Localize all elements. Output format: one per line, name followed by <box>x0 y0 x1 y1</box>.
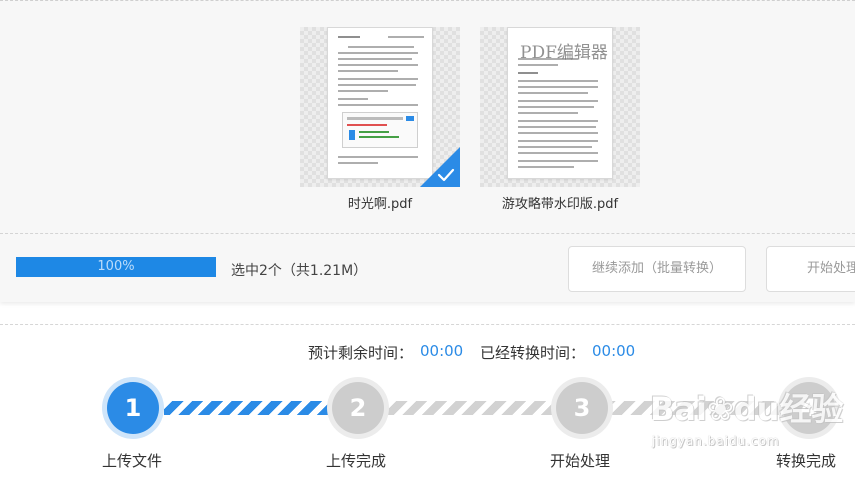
baidu-jingyan-watermark: Bai❀du经验 jingyan.baidu.com <box>650 384 843 456</box>
file-list: 时光啊.pdf PDF编辑器 游攻略带水印版.pdf <box>0 1 855 233</box>
file-thumbnail[interactable]: PDF编辑器 <box>480 27 640 187</box>
remaining-time-label: 预计剩余时间： <box>308 344 414 362</box>
progress-percent: 100% <box>97 259 135 274</box>
pdf-page-preview: PDF编辑器 <box>507 27 613 179</box>
file-name: 游攻略带水印版.pdf <box>501 197 619 212</box>
elapsed-time-label: 已经转换时间： <box>480 344 586 362</box>
step-3-label: 开始处理 <box>550 452 611 470</box>
start-processing-button[interactable]: 开始处理 <box>766 246 855 292</box>
step-track-2-3 <box>388 401 552 415</box>
step-2: 2 <box>327 377 389 439</box>
remaining-time-value: 00:00 <box>420 342 464 360</box>
elapsed-time-value: 00:00 <box>592 342 636 360</box>
step-number: 3 <box>556 382 608 434</box>
check-icon <box>437 168 455 182</box>
continue-add-button[interactable]: 继续添加（批量转换） <box>568 246 746 292</box>
step-number: 2 <box>332 382 384 434</box>
step-3: 3 <box>551 377 613 439</box>
step-1: 1 <box>102 377 164 439</box>
upload-panel: 时光啊.pdf PDF编辑器 游攻略带水印版.pdf 100% 选中2个（共1.… <box>0 0 855 302</box>
watermark-url: jingyan.baidu.com <box>652 434 780 448</box>
file-name: 时光啊.pdf <box>347 197 413 212</box>
file-card-1[interactable]: 时光啊.pdf <box>300 27 460 212</box>
selection-summary: 选中2个（共1.21M） <box>231 263 368 279</box>
section-divider <box>0 324 855 325</box>
baidu-logo: Bai❀du经验 <box>650 390 844 428</box>
step-1-label: 上传文件 <box>102 452 163 470</box>
step-track-1-2 <box>164 401 328 415</box>
panel-divider <box>0 233 855 234</box>
step-number: 1 <box>107 382 159 434</box>
file-thumbnail[interactable] <box>300 27 460 187</box>
file-card-2[interactable]: PDF编辑器 游攻略带水印版.pdf <box>480 27 640 212</box>
pdf-page-preview <box>327 27 433 179</box>
upload-progress-bar: 100% <box>16 257 216 277</box>
step-2-label: 上传完成 <box>326 452 387 470</box>
